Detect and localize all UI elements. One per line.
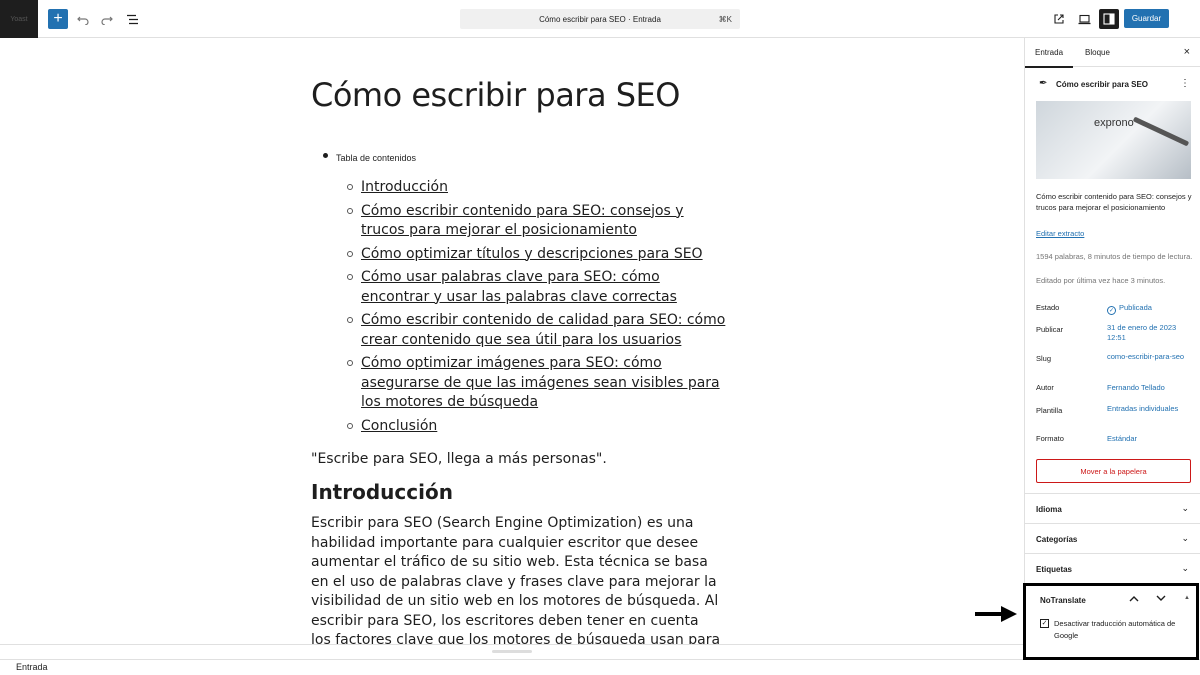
body-paragraph[interactable]: Escribir para SEO (Search Engine Optimiz… — [311, 514, 721, 644]
toc-item[interactable]: Cómo usar palabras clave para SEO: cómo … — [347, 268, 727, 307]
publish-date-value[interactable]: 31 de enero de 2023 12:51 — [1107, 323, 1187, 343]
pen-illustration — [1132, 116, 1190, 147]
breadcrumb[interactable]: Entrada — [16, 662, 48, 672]
site-logo[interactable]: Yoast — [0, 0, 38, 38]
collapse-icon[interactable]: ▲ — [1184, 595, 1190, 601]
save-button[interactable]: Guardar — [1124, 9, 1169, 28]
featured-image[interactable]: exprono — [1036, 101, 1191, 179]
edit-excerpt-link[interactable]: Editar extracto — [1036, 229, 1084, 238]
view-post-icon[interactable] — [1049, 9, 1069, 29]
excerpt-text: Cómo escribir contenido para SEO: consej… — [1036, 192, 1192, 212]
featured-image-text: exprono — [1094, 117, 1134, 129]
disable-translation-checkbox[interactable]: ✓ — [1040, 619, 1049, 628]
undo-icon[interactable] — [73, 9, 93, 29]
row-label-status: Estado — [1036, 303, 1060, 312]
bullet-dot — [323, 153, 328, 158]
author-value[interactable]: Fernando Tellado — [1107, 383, 1187, 393]
resize-handle[interactable] — [492, 650, 532, 653]
settings-panel-icon[interactable] — [1099, 9, 1119, 29]
redo-icon[interactable] — [97, 9, 117, 29]
row-label-slug: Slug — [1036, 354, 1052, 363]
tab-block[interactable]: Bloque — [1085, 48, 1110, 57]
template-value[interactable]: Entradas individuales — [1107, 404, 1187, 414]
row-label-publish: Publicar — [1036, 325, 1064, 334]
toc-item[interactable]: Cómo escribir contenido para SEO: consej… — [347, 202, 727, 241]
format-value[interactable]: Estándar — [1107, 434, 1187, 444]
panel-categories[interactable]: Categorías ⌄ — [1025, 523, 1200, 553]
notranslate-panel: NoTranslate ▲ ✓ Desactivar traducción au… — [1023, 583, 1199, 660]
panel-tags[interactable]: Etiquetas ⌄ — [1025, 553, 1200, 583]
last-edited: Editado por última vez hace 3 minutos. — [1036, 276, 1166, 285]
status-bar: Entrada — [0, 659, 1200, 675]
chevron-down-icon: ⌄ — [1181, 563, 1189, 573]
panel-language[interactable]: Idioma ⌄ — [1025, 493, 1200, 523]
post-summary-title: Cómo escribir para SEO — [1056, 80, 1149, 89]
chevron-down-icon: ⌄ — [1181, 533, 1189, 543]
move-down-icon[interactable] — [1156, 594, 1166, 604]
top-toolbar: Yoast + Cómo escribir para SEO · Entrada… — [0, 0, 1200, 38]
document-overview-icon[interactable] — [122, 9, 142, 29]
toc-heading: Tabla de contenidos — [336, 153, 417, 163]
more-options-icon[interactable]: ⋮ — [1180, 78, 1190, 89]
slug-value[interactable]: como-escribir-para-seo — [1107, 352, 1187, 362]
editor-canvas: Cómo escribir para SEO Tabla de contenid… — [0, 38, 1024, 644]
section-heading[interactable]: Introducción — [311, 480, 453, 504]
notranslate-title: NoTranslate — [1040, 596, 1086, 605]
add-block-button[interactable]: + — [48, 9, 68, 29]
close-icon[interactable]: × — [1184, 46, 1190, 58]
row-label-format: Formato — [1036, 434, 1064, 443]
disable-translation-label: Desactivar traducción automática de Goog… — [1054, 619, 1176, 640]
word-count: 1594 palabras, 8 minutos de tiempo de le… — [1036, 252, 1193, 261]
post-title[interactable]: Cómo escribir para SEO — [311, 76, 680, 114]
command-palette-label: Cómo escribir para SEO · Entrada — [539, 14, 661, 24]
shortcut-hint: ⌘K — [718, 14, 732, 24]
preview-device-icon[interactable] — [1074, 9, 1094, 29]
toc-item[interactable]: Introducción — [347, 178, 727, 198]
arrow-pointer-icon — [975, 606, 1017, 622]
tab-post[interactable]: Entrada — [1025, 48, 1074, 68]
toc-item[interactable]: Conclusión — [347, 417, 727, 437]
canvas-divider — [0, 644, 1024, 645]
settings-sidebar: Entrada Bloque × ✒ Cómo escribir para SE… — [1024, 38, 1200, 659]
command-palette[interactable]: Cómo escribir para SEO · Entrada ⌘K — [460, 9, 740, 29]
row-label-template: Plantilla — [1036, 406, 1063, 415]
sidebar-tabs: Entrada Bloque × — [1025, 38, 1200, 68]
row-label-author: Autor — [1036, 383, 1054, 392]
toc-item[interactable]: Cómo optimizar títulos y descripciones p… — [347, 245, 727, 265]
table-of-contents: Introducción Cómo escribir contenido par… — [347, 178, 727, 440]
toc-item[interactable]: Cómo optimizar imágenes para SEO: cómo a… — [347, 354, 727, 413]
quote-paragraph[interactable]: "Escribe para SEO, llega a más personas"… — [311, 451, 607, 467]
move-up-icon[interactable] — [1129, 594, 1139, 604]
move-to-trash-button[interactable]: Mover a la papelera — [1036, 459, 1191, 483]
toc-item[interactable]: Cómo escribir contenido de calidad para … — [347, 311, 727, 350]
chevron-down-icon: ⌄ — [1181, 503, 1189, 513]
status-value[interactable]: ✓ Publicada — [1107, 303, 1187, 315]
check-icon: ✓ — [1107, 306, 1116, 315]
post-icon: ✒ — [1039, 78, 1048, 89]
